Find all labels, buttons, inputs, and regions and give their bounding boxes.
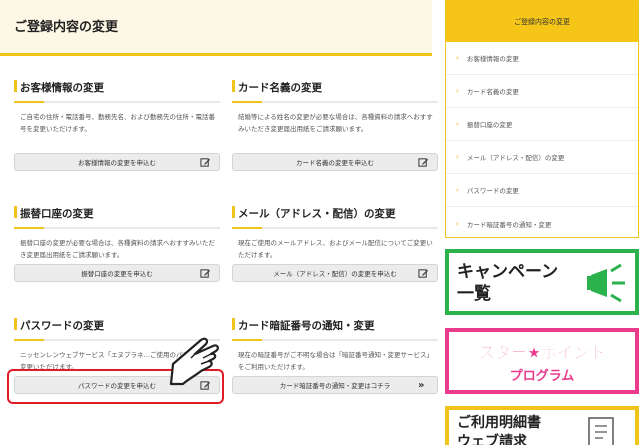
sidebar-item-label: 振替口座の変更 [466, 121, 513, 129]
chevron-right-icon: › [456, 54, 459, 62]
sidebar-item-customer-info[interactable]: › お客様情報の変更 [446, 42, 638, 75]
sidebar-item-label: メール（アドレス・配信）の変更 [466, 154, 565, 162]
sidebar-item-password[interactable]: › パスワードの変更 [446, 174, 638, 207]
campaign-banner-text: キャンペーン 一覧 [457, 261, 558, 305]
banner-line: ウェブ請求 [457, 434, 527, 445]
chevron-right-icon: › [456, 120, 459, 128]
sidebar: ご登録内容の変更 › お客様情報の変更 › カード名義の変更 › 振替口座の変更 › メ… [445, 0, 639, 238]
sidebar-item-label: カード名義の変更 [466, 88, 519, 96]
button-label: 振替口座の変更を申込む [81, 270, 153, 278]
page-title: ご登録内容の変更 [14, 20, 119, 35]
section-title: カード名義の変更 [232, 80, 438, 101]
sidebar-item-card-name[interactable]: › カード名義の変更 [446, 75, 638, 108]
card-name-change-button[interactable]: カード名義の変更を申込む [232, 153, 438, 171]
double-chevron-right-icon: » [418, 380, 425, 391]
chevron-right-icon: › [456, 153, 459, 161]
banner-line: ご利用明細書 [457, 415, 541, 431]
section-desc: 結婚等による姓名の変更が必要な場合は、各種資料の請求へおすすみいただき変更届出用… [238, 113, 433, 133]
bank-account-change-button[interactable]: 振替口座の変更を申込む [14, 264, 220, 282]
section-title: メール（アドレス・配信）の変更 [232, 206, 438, 227]
section-bank-account: 振替口座の変更 振替口座の変更が必要な場合は、各種資料の請求へおすすみいただき変… [14, 206, 220, 273]
section-card-name: カード名義の変更 結婚等による姓名の変更が必要な場合は、各種資料の請求へおすすみ… [232, 80, 438, 147]
section-title: 振替口座の変更 [14, 206, 220, 227]
sidebar-item-pin[interactable]: › カード暗証番号の通知・変更 [446, 207, 638, 240]
section-pin: カード暗証番号の通知・変更 現在の暗証番号がご不明な場合は「暗証番号通知・変更サ… [232, 318, 438, 385]
svg-text:プログラム: プログラム [510, 368, 575, 384]
meisai-banner-text: ご利用明細書 ウェブ請求 [457, 414, 541, 445]
section-rule [14, 101, 220, 103]
button-label: メール（アドレス・配信）の変更を申込む [273, 270, 397, 278]
section-customer-info: お客様情報の変更 ご自宅の住所・電話番号、勤務先名、および勤務先の住所・電話番号… [14, 80, 220, 147]
customer-info-change-button[interactable]: お客様情報の変更を申込む [14, 153, 220, 171]
section-email: メール（アドレス・配信）の変更 現在ご使用のメールアドレス、およびメール配信につ… [232, 206, 438, 273]
button-label: カード暗証番号の通知・変更はコチラ [279, 382, 391, 390]
edit-icon [418, 269, 429, 278]
edit-icon [200, 269, 211, 278]
section-desc: ご自宅の住所・電話番号、勤務先名、および勤務先の住所・電話番号を変更いただけます… [20, 113, 215, 133]
section-rule [232, 227, 438, 229]
button-label: カード名義の変更を申込む [296, 159, 374, 167]
sidebar-title: ご登録内容の変更 [446, 1, 638, 42]
sidebar-item-label: パスワードの変更 [466, 187, 519, 195]
chevron-right-icon: › [456, 219, 459, 228]
document-icon [588, 417, 614, 445]
star-point-logo: スター★ポイント プログラム [479, 343, 606, 384]
edit-icon [200, 158, 211, 167]
campaign-banner[interactable]: キャンペーン 一覧 [445, 249, 639, 315]
section-rule [232, 339, 438, 341]
star-point-banner[interactable]: スター★ポイント プログラム [445, 328, 639, 394]
megaphone-icon [587, 263, 625, 303]
sidebar-item-label: お客様情報の変更 [466, 55, 519, 63]
sidebar-item-bank-account[interactable]: › 振替口座の変更 [446, 108, 638, 141]
email-change-button[interactable]: メール（アドレス・配信）の変更を申込む [232, 264, 438, 282]
section-rule [232, 101, 438, 103]
chevron-right-icon: › [456, 186, 459, 194]
section-rule [14, 227, 220, 229]
chevron-right-icon: › [456, 87, 459, 95]
meisai-banner[interactable]: ご利用明細書 ウェブ請求 [445, 406, 639, 445]
button-label: お客様情報の変更を申込む [78, 159, 156, 167]
section-title: お客様情報の変更 [14, 80, 220, 101]
edit-icon [418, 158, 429, 167]
sidebar-item-label: カード暗証番号の通知・変更 [466, 220, 552, 229]
banner-line: 一覧 [457, 284, 491, 304]
section-title: カード暗証番号の通知・変更 [232, 318, 438, 339]
pointing-hand-icon [169, 337, 219, 386]
banner-line: キャンペーン [457, 262, 559, 282]
pin-change-button[interactable]: カード暗証番号の通知・変更はコチラ » [232, 376, 438, 394]
sidebar-item-email[interactable]: › メール（アドレス・配信）の変更 [446, 141, 638, 174]
page-header: ご登録内容の変更 [0, 0, 432, 56]
svg-text:スター★ポイント: スター★ポイント [479, 343, 605, 362]
